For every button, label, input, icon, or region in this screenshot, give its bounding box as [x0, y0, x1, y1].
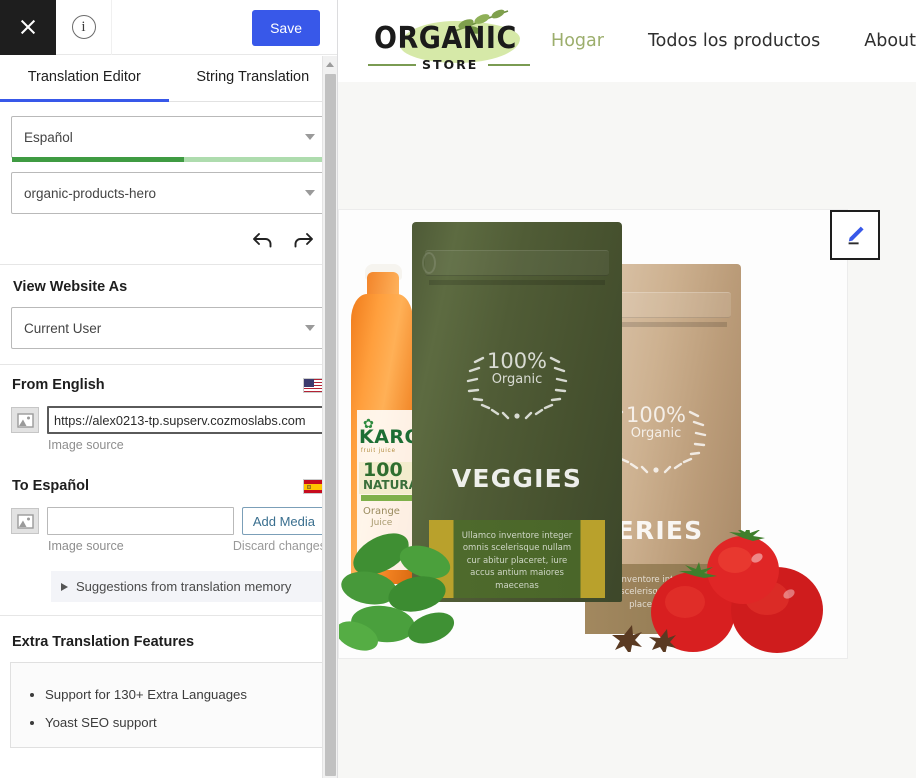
view-website-as-section: View Website As Current User [0, 265, 337, 365]
from-image-field-row [11, 406, 326, 434]
save-button[interactable]: Save [252, 10, 320, 46]
view-as-select-wrap: Current User [11, 307, 326, 349]
language-progress-track [12, 157, 325, 162]
sidebar-topbar: i Save [0, 0, 337, 55]
bottle-badge: 100 NATURAL [359, 459, 426, 494]
nav-item-todos-los-productos[interactable]: Todos los productos [648, 31, 820, 51]
site-logo[interactable]: ORGANIC STORE [360, 7, 530, 75]
from-language-title: From English [12, 377, 105, 393]
string-select-wrap: organic-products-hero [11, 172, 326, 214]
info-button[interactable]: i [56, 0, 112, 55]
translation-fields-section: From English Image source [0, 365, 337, 615]
bag-name-text: VEGGIES [451, 464, 583, 493]
bottle-kind-text: Juice [371, 518, 393, 528]
add-media-button[interactable]: Add Media [241, 507, 326, 535]
scrollbar-thumb[interactable] [325, 74, 336, 776]
language-progress-fill [12, 157, 185, 162]
extra-features-section: Extra Translation Features Support for 1… [0, 615, 337, 748]
bag-zipper [428, 280, 606, 285]
tab-translation-editor[interactable]: Translation Editor [0, 55, 169, 102]
suggestions-label: Suggestions from translation memory [76, 579, 292, 594]
tab-string-translation[interactable]: String Translation [169, 55, 338, 101]
site-header: ORGANIC STORE Hogar Todos los productos … [338, 0, 916, 82]
language-select[interactable]: Español [11, 116, 326, 158]
organic-badge: 100% Organic [453, 350, 581, 420]
info-icon: i [71, 15, 96, 39]
suggestions-expander[interactable]: Suggestions from translation memory [51, 571, 326, 602]
triangle-right-icon [61, 582, 68, 591]
history-controls [11, 224, 326, 251]
undo-arrow-icon[interactable] [252, 232, 274, 249]
from-image-source-caption: Image source [48, 438, 124, 452]
to-image-source-caption: Image source [48, 539, 124, 553]
bottle-natural-text: NATURAL [363, 478, 426, 492]
bottle-sub-text: fruit juice [361, 448, 397, 454]
star-anise-garnish [612, 625, 676, 652]
sidebar-scrollbar[interactable] [322, 56, 337, 778]
pencil-edit-icon [848, 226, 864, 245]
bag-hang-notch [422, 252, 436, 274]
selectors-section: Español organic-products-hero [0, 102, 337, 265]
from-image-source-input[interactable] [47, 406, 326, 434]
logo-rule-right [488, 64, 530, 66]
to-language-title: To Español [12, 478, 90, 494]
chevron-down-icon [305, 134, 315, 140]
sidebar-tabs: Translation Editor String Translation [0, 55, 337, 102]
bag-description-text: Ullamco inventore integer omnis sceleris… [461, 531, 573, 591]
string-select[interactable]: organic-products-hero [11, 172, 326, 214]
close-button[interactable] [0, 0, 56, 55]
image-placeholder-icon [11, 508, 39, 534]
close-icon [19, 18, 37, 36]
extra-features-list: Support for 130+ Extra Languages Yoast S… [11, 681, 326, 737]
logo-rule-left [368, 64, 416, 66]
from-language-header: From English [11, 377, 326, 393]
product-scene: ✿ KARO fruit juice 100 NATURAL Orange Ju… [339, 210, 847, 658]
scroll-up-arrow-icon[interactable] [323, 56, 337, 72]
basil-garnish [339, 533, 455, 651]
nav-item-about[interactable]: About [864, 31, 916, 51]
translation-sidebar: i Save Translation Editor String Transla… [0, 0, 338, 778]
nav-item-hogar[interactable]: Hogar [551, 31, 604, 51]
view-as-select[interactable]: Current User [11, 307, 326, 349]
bottle-flavor-text: Orange [363, 506, 400, 517]
wreath-icon [466, 356, 568, 420]
logo-primary-text: ORGANIC [374, 21, 517, 56]
string-select-value: organic-products-hero [24, 185, 157, 201]
extra-features-box: Support for 130+ Extra Languages Yoast S… [10, 662, 327, 748]
from-image-subrow: Image source [11, 438, 326, 452]
image-placeholder-icon [11, 407, 39, 433]
website-preview: ORGANIC STORE Hogar Todos los productos … [338, 0, 916, 778]
language-select-value: Español [24, 129, 73, 145]
logo-secondary-text: STORE [422, 57, 479, 72]
chevron-down-icon [305, 325, 315, 331]
chevron-down-icon [305, 190, 315, 196]
redo-arrow-icon[interactable] [292, 232, 314, 249]
sidebar-scroll-body: Español organic-products-hero View Websi… [0, 102, 337, 778]
list-item: Support for 130+ Extra Languages [45, 681, 326, 709]
edit-image-button[interactable] [830, 210, 880, 260]
view-as-value: Current User [24, 320, 102, 336]
bag-top-seal [424, 250, 610, 276]
site-nav: Hogar Todos los productos About [551, 31, 916, 51]
bottle-strip [361, 495, 415, 501]
to-image-source-input[interactable] [47, 507, 234, 535]
extra-features-title: Extra Translation Features [12, 634, 195, 650]
bottle-percent-text: 100 [363, 459, 403, 481]
list-item: Yoast SEO support [45, 709, 326, 737]
to-language-header: To Español [11, 478, 326, 494]
to-image-field-row: Add Media [11, 507, 326, 535]
app-root: i Save Translation Editor String Transla… [0, 0, 916, 778]
to-image-subrow: Image source Discard changes [11, 539, 326, 553]
hero-image-card[interactable]: ✿ KARO fruit juice 100 NATURAL Orange Ju… [338, 209, 848, 659]
preview-canvas: ✿ KARO fruit juice 100 NATURAL Orange Ju… [338, 82, 916, 778]
discard-changes-link[interactable]: Discard changes [233, 539, 326, 553]
language-select-wrap: Español [11, 116, 326, 162]
view-website-as-title: View Website As [13, 279, 128, 295]
